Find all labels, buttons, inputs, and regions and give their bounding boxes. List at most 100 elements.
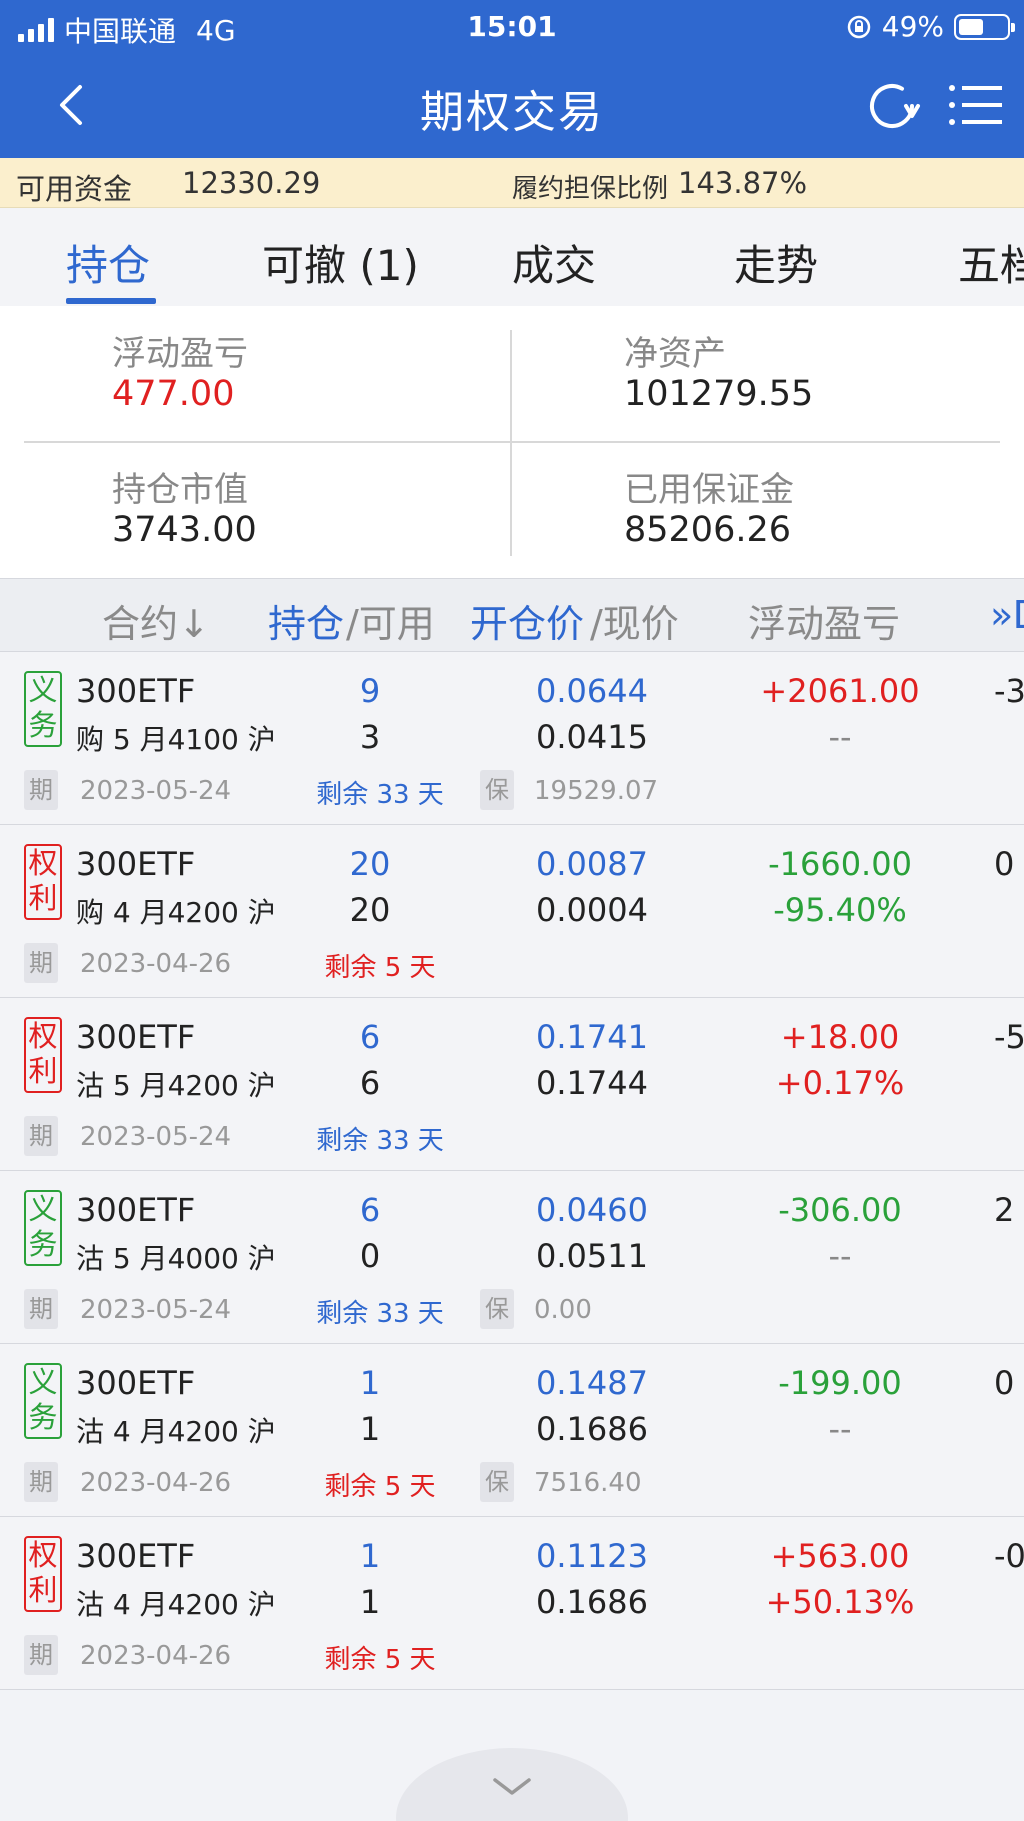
- divider: [510, 330, 512, 556]
- available-funds-value: 12330.29: [182, 166, 321, 200]
- position-type-badge: 义务: [24, 1190, 62, 1266]
- tab-five-level[interactable]: 五档: [958, 232, 1024, 293]
- extra-column-value: 0: [994, 1364, 1015, 1402]
- position-quantity: 6: [359, 1018, 381, 1056]
- position-quantity: 1: [359, 1537, 381, 1575]
- net-assets-label: 净资产: [624, 334, 726, 374]
- expiry-date: 2023-05-24: [80, 1295, 232, 1325]
- extra-column-value: -5: [994, 1018, 1024, 1056]
- current-price: 0.1744: [536, 1064, 648, 1102]
- expiry-date: 2023-04-26: [80, 949, 232, 979]
- contract-description: 购 5 月4100 沪: [76, 723, 276, 756]
- market-value-label: 持仓市值: [112, 470, 248, 510]
- floating-pl-percent: +0.17%: [775, 1064, 905, 1102]
- margin-tag: 保: [480, 1462, 514, 1502]
- current-price: 0.1686: [536, 1410, 648, 1448]
- tab-positions[interactable]: 持仓: [66, 232, 150, 293]
- scroll-more-columns[interactable]: »D: [990, 593, 1024, 637]
- expiry-tag: 期: [24, 943, 58, 983]
- expiry-tag: 期: [24, 1289, 58, 1329]
- position-header[interactable]: 持仓: [268, 593, 344, 648]
- contract-description: 沽 5 月4200 沪: [76, 1069, 276, 1102]
- days-remaining: 剩余 33 天: [316, 1126, 444, 1156]
- available-quantity: 3: [359, 718, 381, 756]
- open-price: 0.0087: [536, 845, 648, 883]
- tab-trades[interactable]: 成交: [512, 232, 596, 293]
- floating-pl-label: 浮动盈亏: [112, 334, 248, 374]
- margin-used-label: 已用保证金: [624, 470, 794, 510]
- extra-column-value: -0: [994, 1537, 1024, 1575]
- margin-value: 0.00: [534, 1295, 592, 1325]
- open-price: 0.1487: [536, 1364, 648, 1402]
- floating-pl: +2061.00: [760, 672, 920, 710]
- days-remaining: 剩余 5 天: [324, 1645, 436, 1675]
- floating-pl: -306.00: [778, 1191, 902, 1229]
- sort-contract-header[interactable]: 合约↓: [102, 593, 210, 648]
- active-tab-indicator: [66, 298, 156, 304]
- available-quantity: 6: [359, 1064, 381, 1102]
- open-price-header[interactable]: 开仓价: [470, 593, 584, 648]
- floating-pl-percent: --: [828, 718, 852, 756]
- expiry-tag: 期: [24, 1635, 58, 1675]
- margin-tag: 保: [480, 770, 514, 810]
- tab-trend[interactable]: 走势: [734, 232, 818, 293]
- contract-name: 300ETF: [76, 672, 196, 710]
- funds-bar: 可用资金 12330.29 履约担保比例 143.87%: [0, 158, 1024, 208]
- guarantee-ratio-value: 143.87%: [678, 166, 808, 200]
- position-quantity: 9: [359, 672, 381, 710]
- margin-used-value: 85206.26: [624, 510, 792, 550]
- floating-pl-percent: -95.40%: [773, 891, 907, 929]
- position-type-badge: 权利: [24, 844, 62, 920]
- position-type-badge: 权利: [24, 1536, 62, 1612]
- extra-column-value: -3: [994, 672, 1024, 710]
- contract-description: 沽 4 月4200 沪: [76, 1415, 276, 1448]
- floating-pl: -199.00: [778, 1364, 902, 1402]
- available-quantity: 1: [359, 1583, 381, 1621]
- available-quantity: 1: [359, 1410, 381, 1448]
- expiry-tag: 期: [24, 1116, 58, 1156]
- position-row[interactable]: 义务 300ETF 沽 5 月4000 沪 6 0 0.0460 0.0511 -306.00…: [0, 1171, 1024, 1344]
- expiry-date: 2023-04-26: [80, 1641, 232, 1671]
- battery-percent: 49%: [881, 10, 944, 43]
- menu-icon[interactable]: [948, 80, 1004, 130]
- contract-description: 沽 4 月4200 沪: [76, 1588, 276, 1621]
- position-row[interactable]: 权利 300ETF 沽 5 月4200 沪 6 6 0.1741 0.1744 +18.00 +…: [0, 998, 1024, 1171]
- available-quantity: 20: [349, 891, 391, 929]
- current-price: 0.0004: [536, 891, 648, 929]
- tab-bar: 持仓 可撤 (1) 成交 走势 五档: [0, 208, 1024, 306]
- position-row[interactable]: 义务 300ETF 沽 4 月4200 沪 1 1 0.1487 0.1686 -199.00…: [0, 1344, 1024, 1517]
- net-assets-value: 101279.55: [624, 374, 814, 414]
- expiry-tag: 期: [24, 770, 58, 810]
- orientation-lock-icon: [847, 15, 871, 38]
- margin-value: 19529.07: [534, 776, 659, 806]
- collapse-handle[interactable]: [396, 1748, 628, 1821]
- expiry-date: 2023-04-26: [80, 1468, 232, 1498]
- position-row[interactable]: 权利 300ETF 沽 4 月4200 沪 1 1 0.1123 0.1686 +563.00…: [0, 1517, 1024, 1690]
- nav-bar: 期权交易: [0, 52, 1024, 158]
- contract-name: 300ETF: [76, 1364, 196, 1402]
- expiry-tag: 期: [24, 1462, 58, 1502]
- account-summary: 浮动盈亏 477.00 净资产 101279.55 持仓市值 3743.00 已…: [0, 306, 1024, 578]
- chevron-down-icon: [493, 1778, 531, 1795]
- status-bar: 中国联通 4G 15:01 49%: [0, 0, 1024, 52]
- floating-pl: +18.00: [780, 1018, 900, 1056]
- contract-name: 300ETF: [76, 1191, 196, 1229]
- positions-table-header: 合约↓ 持仓 /可用 开仓价 /现价 浮动盈亏 »D: [0, 578, 1024, 652]
- days-remaining: 剩余 33 天: [316, 1299, 444, 1329]
- position-quantity: 20: [349, 845, 391, 883]
- position-type-badge: 义务: [24, 671, 62, 747]
- refresh-icon[interactable]: [862, 76, 922, 136]
- floating-pl-header: 浮动盈亏: [748, 602, 901, 646]
- open-price: 0.1123: [536, 1537, 648, 1575]
- margin-tag: 保: [480, 1289, 514, 1329]
- floating-pl: -1660.00: [768, 845, 912, 883]
- tab-cancelable[interactable]: 可撤 (1): [262, 232, 419, 293]
- position-quantity: 6: [359, 1191, 381, 1229]
- battery-icon: [954, 13, 1015, 40]
- divider: [24, 441, 1000, 443]
- contract-description: 沽 5 月4000 沪: [76, 1242, 276, 1275]
- current-price: 0.0415: [536, 718, 648, 756]
- expiry-date: 2023-05-24: [80, 1122, 232, 1152]
- position-row[interactable]: 权利 300ETF 购 4 月4200 沪 20 20 0.0087 0.0004 -1660…: [0, 825, 1024, 998]
- position-row[interactable]: 义务 300ETF 购 5 月4100 沪 9 3 0.0644 0.0415 +2061.0…: [0, 652, 1024, 825]
